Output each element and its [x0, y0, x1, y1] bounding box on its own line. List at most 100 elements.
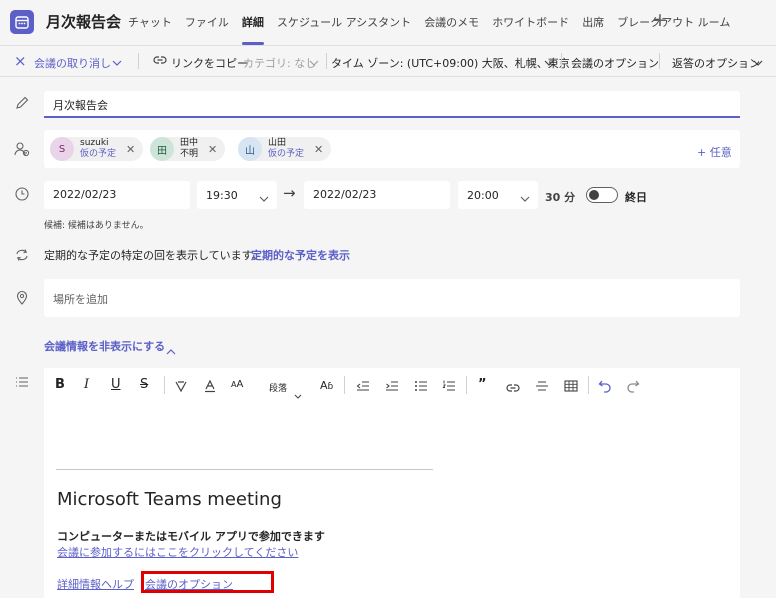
avatar: 山	[238, 137, 262, 161]
chevron-down-icon	[294, 384, 302, 403]
avatar: 田	[150, 137, 174, 161]
meeting-options-link[interactable]: 会議のオプション	[145, 576, 233, 592]
cancel-meeting-button[interactable]: 会議の取り消し	[34, 55, 111, 71]
pencil-icon	[14, 95, 30, 111]
toolbar-divider	[659, 53, 660, 69]
join-meeting-link[interactable]: 会議に参加するにはここをクリックしてください	[57, 544, 298, 560]
all-day-toggle[interactable]	[586, 187, 618, 203]
all-day-label: 終日	[625, 191, 647, 204]
location-icon	[14, 290, 30, 306]
app-header: 月次報告会 チャット ファイル 詳細 スケジュール アシスタント 会議のメモ ホ…	[0, 0, 776, 45]
tab-bar: チャット ファイル 詳細 スケジュール アシスタント 会議のメモ ホワイトボード…	[128, 14, 730, 45]
attendee-name: suzuki	[80, 138, 109, 148]
title-field[interactable]: 月次報告会	[44, 91, 740, 118]
meeting-options-button[interactable]: 会議のオプション	[571, 55, 659, 71]
end-date-value: 2022/02/23	[313, 188, 377, 201]
redo-icon[interactable]	[626, 378, 640, 397]
help-link[interactable]: 詳細情報ヘルプ	[57, 576, 134, 592]
chevron-up-icon[interactable]	[166, 340, 176, 359]
chevron-down-icon[interactable]	[112, 56, 122, 69]
remove-attendee-icon[interactable]: ✕	[208, 143, 217, 156]
end-time-value: 20:00	[467, 189, 499, 202]
horizontal-rule-icon[interactable]	[535, 378, 549, 397]
italic-icon[interactable]: I	[84, 377, 89, 392]
decrease-indent-icon[interactable]	[356, 378, 370, 397]
response-options-dropdown[interactable]: 返答のオプション	[672, 55, 760, 71]
attendees-field[interactable]	[44, 130, 740, 168]
tab-breakout-rooms[interactable]: ブレークアウト ルーム	[617, 14, 730, 30]
close-icon[interactable]: ×	[14, 52, 27, 70]
chevron-down-icon	[544, 56, 554, 69]
attendee-name: 田中	[180, 138, 199, 148]
start-time-dropdown[interactable]: 19:30	[197, 181, 277, 209]
table-icon[interactable]	[564, 378, 578, 397]
toggle-knob	[589, 190, 599, 200]
plus-icon[interactable]: +	[652, 9, 668, 31]
highlight-icon[interactable]	[174, 378, 188, 397]
font-size-icon[interactable]: AA	[231, 379, 243, 390]
font-color-icon[interactable]	[203, 378, 217, 397]
show-series-link[interactable]: 定期的な予定を表示	[251, 247, 350, 263]
numbered-list-icon[interactable]	[442, 378, 456, 397]
tab-whiteboard[interactable]: ホワイトボード	[492, 14, 569, 30]
join-heading: コンピューターまたはモバイル アプリで参加できます	[57, 530, 325, 543]
tab-meeting-notes[interactable]: 会議のメモ	[424, 14, 479, 30]
undo-icon[interactable]	[598, 378, 612, 397]
tab-files[interactable]: ファイル	[185, 14, 229, 30]
remove-attendee-icon[interactable]: ✕	[314, 143, 323, 156]
calendar-icon	[10, 10, 34, 34]
attendee-status: 不明	[180, 149, 199, 159]
bold-icon[interactable]: B	[55, 377, 65, 392]
clock-icon	[14, 186, 30, 202]
end-time-dropdown[interactable]: 20:00	[458, 181, 538, 209]
toolbar-divider	[164, 376, 165, 394]
start-time-value: 19:30	[206, 189, 238, 202]
copy-link-button[interactable]: リンクをコピー	[171, 55, 248, 71]
clear-formatting-icon[interactable]: Aɓ	[320, 379, 333, 392]
divider	[56, 469, 433, 470]
link-icon[interactable]	[506, 379, 520, 398]
optional-attendees-button[interactable]: + 任意	[697, 144, 732, 160]
quote-icon[interactable]: ”	[478, 377, 487, 392]
repeat-icon	[14, 247, 30, 263]
page-title: 月次報告会	[46, 13, 122, 31]
tab-scheduling-assistant[interactable]: スケジュール アシスタント	[277, 14, 411, 30]
attendee-chip[interactable]: 田 田中 不明 ✕	[150, 137, 226, 161]
paragraph-dropdown[interactable]: 段落	[269, 381, 287, 394]
underline-icon[interactable]: U	[111, 377, 121, 392]
location-placeholder: 場所を追加	[53, 293, 108, 306]
remove-attendee-icon[interactable]: ✕	[126, 143, 135, 156]
teams-meeting-heading: Microsoft Teams meeting	[57, 489, 282, 510]
hide-meeting-info-button[interactable]: 会議情報を非表示にする	[44, 338, 165, 354]
arrow-right-icon: →	[283, 184, 296, 202]
tab-attendance[interactable]: 出席	[582, 14, 604, 30]
strikethrough-icon[interactable]: S	[140, 377, 148, 392]
tab-details[interactable]: 詳細	[241, 14, 264, 45]
category-dropdown[interactable]: カテゴリ: なし	[243, 55, 316, 71]
link-icon	[153, 54, 167, 69]
attendee-name: 山田	[268, 138, 287, 148]
chevron-down-icon	[520, 192, 530, 205]
increase-indent-icon[interactable]	[385, 378, 399, 397]
duration-label: 30 分	[545, 191, 576, 204]
meeting-description-editor[interactable]: B I U S AA 段落 Aɓ ” Microsoft Teams meeti…	[44, 368, 740, 598]
chevron-down-icon	[259, 192, 269, 205]
list-icon	[14, 374, 30, 390]
add-people-icon	[14, 141, 30, 157]
avatar: S	[50, 137, 74, 161]
attendee-chip[interactable]: S suzuki 仮の予定 ✕	[50, 137, 144, 161]
timezone-dropdown[interactable]: タイム ゾーン: (UTC+09:00) 大阪、札幌、東京	[331, 55, 570, 71]
end-date-field[interactable]: 2022/02/23	[304, 181, 450, 209]
attendee-status: 仮の予定	[80, 149, 117, 159]
chevron-down-icon	[753, 56, 763, 69]
toolbar-divider	[588, 376, 589, 394]
location-field[interactable]: 場所を追加	[44, 279, 740, 317]
attendee-status: 仮の予定	[268, 149, 305, 159]
chevron-down-icon	[309, 56, 319, 69]
tab-chat[interactable]: チャット	[128, 14, 172, 30]
start-date-value: 2022/02/23	[53, 188, 117, 201]
bullet-list-icon[interactable]	[414, 378, 428, 397]
meeting-toolbar: × 会議の取り消し リンクをコピー カテゴリ: なし タイム ゾーン: (UTC…	[0, 45, 776, 77]
start-date-field[interactable]: 2022/02/23	[44, 181, 190, 209]
attendee-chip[interactable]: 山 山田 仮の予定 ✕	[238, 137, 332, 161]
